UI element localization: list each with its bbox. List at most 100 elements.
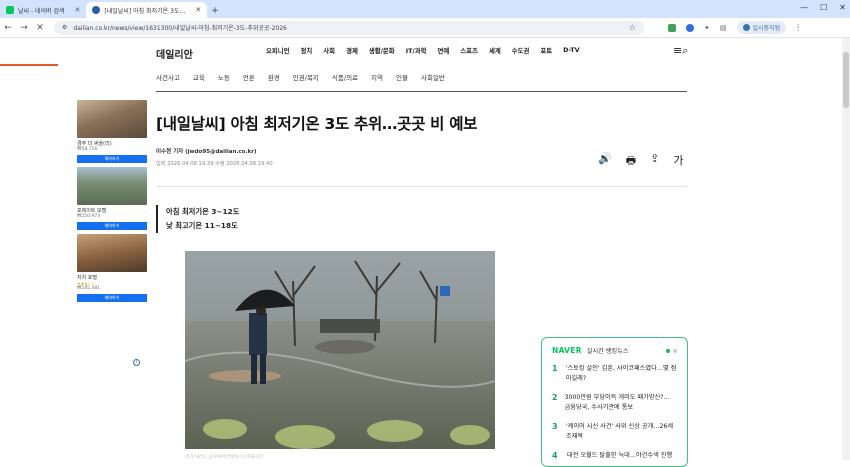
ranking-item[interactable]: 2 3000만원 부당이득 개미도 패가망신?… 금융당국, 수사기관에 통보 [552,393,677,413]
ranking-headline[interactable]: 3000만원 부당이득 개미도 패가망신?… 금융당국, 수사기관에 통보 [565,393,677,413]
extensions: ✦ ▤ [668,23,727,32]
site-logo[interactable]: 데일리안 [156,46,193,61]
main-nav-item[interactable]: IT/과학 [406,46,427,55]
url-bar[interactable]: ⚙ dailian.co.kr/news/view/1631300/내일날씨-아… [54,20,644,35]
naver-ranking-box: NAVER 실시간 랭킹뉴스 1 '스토킹 살인' 김훈, 사이코패스였다…몇 … [541,337,688,467]
hotel-ad[interactable]: 지지 호텔 ★★★☆☆ ₩185,481 예약하기 [77,234,147,302]
hotel-ad-column: 경주 더 써올(리) ₩58,716 예약하기 포레이트 모텔 ₩250,973… [77,100,147,306]
book-button[interactable]: 예약하기 [77,155,147,163]
maximize-icon[interactable]: ☐ [820,3,827,12]
rainy-park-photo [185,251,495,449]
sub-nav-item[interactable]: 인물 [396,72,408,82]
sub-nav-item[interactable]: 인권/복지 [293,72,319,82]
main-nav-item[interactable]: 세계 [489,46,501,55]
naver-logo[interactable]: NAVER [552,346,582,355]
avatar [742,24,750,31]
hotel-photo[interactable] [77,100,147,138]
hotel-ad[interactable]: 경주 더 써올(리) ₩58,716 예약하기 [77,100,147,163]
article-photo [185,251,495,449]
minimize-icon[interactable]: — [800,3,808,12]
new-tab-button[interactable]: + [211,6,219,18]
main-nav-item[interactable]: D-TV [563,46,579,55]
ranking-number: 3 [552,422,558,431]
sub-nav-item[interactable]: 사건사고 [156,72,180,82]
main-nav-item[interactable]: 포토 [540,46,552,55]
main-nav: 오피니언 정치 사회 경제 생활/문화 IT/과학 연예 스포츠 세계 수도권 … [266,46,580,55]
article-divider [156,186,687,187]
print-icon[interactable]: 🖶 [626,152,636,171]
sub-nav-item[interactable]: 교육 [193,72,205,82]
back-icon[interactable]: ← [0,23,16,33]
hotel-name[interactable]: 경주 더 써올(리) [77,140,147,147]
extensions-puzzle-icon[interactable]: ✦ [704,24,710,32]
ranking-item[interactable]: 3 '케이어 시신 사건' 사위 신상 공개…26세 조재복 [552,422,677,442]
sub-nav-item[interactable]: 사회일반 [421,72,445,82]
main-nav-item[interactable]: 경제 [346,46,358,55]
sub-nav-item[interactable]: 식품/의료 [332,72,358,82]
ranking-header: NAVER 실시간 랭킹뉴스 [552,346,677,355]
close-window-icon[interactable]: ✕ [839,3,846,12]
bookmark-star-icon[interactable]: ☆ [629,23,636,32]
share-icon[interactable]: ⇪ [650,152,659,171]
sub-nav-item[interactable]: 지역 [371,72,383,82]
main-nav-item[interactable]: 정치 [301,46,313,55]
tab-bar: 날씨 - 네이버 검색 ✕ [내일날씨] 아침 최저기온 3도… ✕ + — ☐… [0,0,850,18]
summary-line: 낮 최고기온 11~18도 [166,221,238,230]
hotel-price: ₩185,481 [77,286,101,291]
hotel-name[interactable]: 지지 호텔 [77,274,147,281]
tab-label: [내일날씨] 아침 최저기온 3도… [104,7,186,15]
tab-dailian-article[interactable]: [내일날씨] 아침 최저기온 3도… ✕ [86,2,208,18]
main-nav-item[interactable]: 생활/문화 [369,46,395,55]
extension-shield-icon[interactable] [686,23,694,32]
ranking-headline[interactable]: '스토킹 살인' 김훈, 사이코패스였다…몇 점이길래? [566,364,677,384]
stop-loading-icon[interactable]: ✕ [32,23,48,33]
profile-button[interactable]: 일시중지됨 [736,21,787,34]
ranking-number: 1 [552,364,558,373]
sidebar-icon[interactable]: ▤ [720,24,727,32]
ranking-item[interactable]: 1 '스토킹 살인' 김훈, 사이코패스였다…몇 점이길래? [552,364,677,384]
ranking-pager[interactable] [666,348,677,353]
main-nav-item[interactable]: 오피니언 [266,46,290,55]
close-tab-icon[interactable]: ✕ [195,6,201,14]
book-button[interactable]: 예약하기 [77,222,147,230]
menu-search-icon[interactable]: ≡⌕ [673,44,688,58]
dailian-favicon-icon [92,6,101,14]
hotel-photo[interactable] [77,167,147,205]
main-nav-item[interactable]: 수도권 [512,46,530,55]
text-to-speech-icon[interactable]: 🔊 [598,152,612,171]
font-size-icon[interactable]: 가 [673,152,683,171]
close-tab-icon[interactable]: ✕ [75,6,81,14]
tab-naver-weather[interactable]: 날씨 - 네이버 검색 ✕ [0,2,86,18]
url-text: dailian.co.kr/news/view/1631300/내일날씨-아침-… [73,25,287,32]
main-nav-item[interactable]: 사회 [323,46,335,55]
article-dates: 입력 2026.04.08 19:39 수정 2026.04.08 19:40 [156,161,273,167]
address-bar-row: ← → ✕ ⚙ dailian.co.kr/news/view/1631300/… [0,18,850,38]
summary-line: 아침 최저기온 3~12도 [166,207,240,216]
article-summary: 아침 최저기온 3~12도 낮 최고기온 11~18도 [156,205,239,233]
photo-caption: 비가 내리는 공원에서(연합뉴스) 자료사진 [185,455,264,460]
scrollbar-thumb[interactable] [843,52,849,108]
page-scrollbar[interactable] [842,38,850,460]
article-byline: 이수현 기자 (jwdo95@dailian.co.kr) [156,149,257,155]
sub-nav-item[interactable]: 언론 [243,72,255,82]
sub-nav-item[interactable]: 노동 [218,72,230,82]
browser-menu-icon[interactable]: ⋮ [794,23,802,32]
ranking-headline[interactable]: '케이어 시신 사건' 사위 신상 공개…26세 조재복 [566,422,677,442]
hotel-photo[interactable] [77,234,147,272]
tab-label: 날씨 - 네이버 검색 [18,7,65,15]
ad-info-icon[interactable]: i [133,359,140,366]
hotel-price: ₩58,716 [77,147,98,152]
ranking-number: 2 [552,393,558,402]
sub-nav-item[interactable]: 환경 [268,72,280,82]
sub-nav: 사건사고 교육 노동 언론 환경 인권/복지 식품/의료 지역 인물 사회일반 [156,72,445,82]
site-info-icon[interactable]: ⚙ [62,24,67,31]
article-tools: 🔊 🖶 ⇪ 가 [598,152,683,171]
window-controls: — ☐ ✕ [800,3,846,12]
main-nav-item[interactable]: 스포츠 [460,46,478,55]
forward-icon[interactable]: → [16,23,32,33]
main-nav-item[interactable]: 연예 [438,46,450,55]
extension-green-icon[interactable] [668,23,676,32]
hotel-ad[interactable]: 포레이트 모텔 ₩250,973 예약하기 [77,167,147,230]
hotel-name[interactable]: 포레이트 모텔 [77,207,147,214]
book-button[interactable]: 예약하기 [77,294,147,302]
